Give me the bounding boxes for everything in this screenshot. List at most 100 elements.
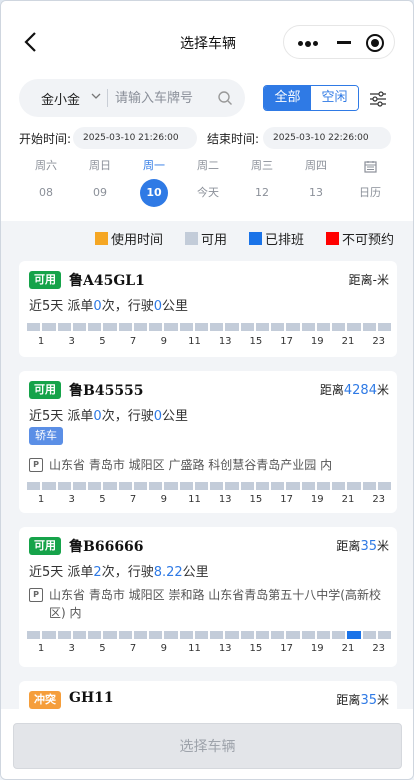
- schedule-slot: [194, 631, 208, 639]
- trip-stats: 近5天 派单0次，行驶0公里: [29, 299, 188, 314]
- day-weekday: 周六: [35, 159, 57, 172]
- day-date: 10: [140, 179, 168, 207]
- day-item[interactable]: 周日 09: [73, 157, 127, 207]
- status-badge: 可用: [29, 381, 61, 399]
- day-date: 13: [309, 186, 323, 199]
- start-time-field[interactable]: 2025-03-10 21:26:00: [73, 127, 197, 149]
- schedule-slot: [362, 631, 376, 639]
- parking-icon: P: [29, 458, 43, 472]
- segment-idle[interactable]: 空闲: [311, 86, 358, 110]
- hour-tick-label: 1: [37, 336, 45, 347]
- filter-icon[interactable]: [369, 91, 387, 107]
- schedule-slot: [210, 482, 224, 490]
- schedule-slot: [286, 482, 300, 490]
- hour-tick-label: 21: [341, 494, 355, 505]
- day-item[interactable]: 周四 13: [289, 157, 343, 207]
- end-time-field[interactable]: 2025-03-10 22:26:00: [263, 127, 391, 149]
- hour-tick-label: 9: [160, 643, 167, 654]
- close-capsule-icon[interactable]: [366, 34, 384, 52]
- schedule-bar: [27, 482, 391, 490]
- schedule-slot: [57, 323, 71, 331]
- hour-tick-label: 19: [310, 336, 324, 347]
- schedule-slot: [88, 323, 102, 331]
- hour-tick-label: 5: [99, 494, 106, 505]
- schedule-slot: [149, 482, 163, 490]
- status-badge: 可用: [29, 537, 61, 555]
- schedule-slot: [347, 631, 361, 639]
- schedule-slot: [271, 631, 285, 639]
- schedule-slot: [255, 482, 269, 490]
- trip-stats: 近5天 派单0次，行驶0公里: [29, 409, 188, 424]
- schedule-slot: [362, 323, 376, 331]
- day-weekday: 周四: [305, 159, 327, 172]
- schedule-slot: [72, 631, 86, 639]
- schedule-slot: [316, 323, 330, 331]
- schedule-slot: [103, 631, 117, 639]
- hour-tick-label: 23: [372, 336, 386, 347]
- distance: 距离-米: [348, 273, 389, 287]
- distance: 距离4284米: [319, 383, 389, 398]
- day-item[interactable]: 周二 今天: [181, 157, 235, 207]
- week-selector: 周六 08 周日 09 周一 10 周二 今天 周三 12 周四 13 日历: [1, 157, 413, 209]
- schedule-slot: [164, 323, 178, 331]
- schedule-slot: [42, 323, 56, 331]
- day-item[interactable]: 周三 12: [235, 157, 289, 207]
- plate-search-input[interactable]: [115, 87, 215, 109]
- status-segment: 全部 空闲: [263, 85, 359, 111]
- hour-tick-label: 1: [37, 643, 45, 654]
- schedule-slot: [301, 631, 315, 639]
- legend: 使用时间 可用 已排班 不可预约: [1, 227, 413, 248]
- schedule-slot: [286, 631, 300, 639]
- schedule-slot: [210, 631, 224, 639]
- chevron-down-icon[interactable]: [91, 91, 101, 101]
- day-date: 09: [93, 186, 107, 199]
- schedule-slot: [194, 482, 208, 490]
- day-date: 今天: [197, 186, 219, 199]
- segment-all[interactable]: 全部: [264, 86, 311, 110]
- plate-number: 鲁A45GL1: [69, 273, 145, 289]
- hour-tick-label: 7: [129, 336, 137, 347]
- schedule-slot: [133, 631, 147, 639]
- company-selector[interactable]: 金小金: [41, 89, 80, 108]
- schedule-slot: [225, 482, 239, 490]
- vehicle-card[interactable]: 可用 鲁A45GL1 距离-米 近5天 派单0次，行驶0公里 1 3 5 7 9 11 13…: [19, 261, 397, 357]
- hour-tick-label: 19: [310, 643, 324, 654]
- mini-program-capsule: [283, 25, 395, 59]
- minimize-icon[interactable]: [337, 41, 351, 44]
- select-vehicle-button[interactable]: 选择车辆: [13, 723, 402, 769]
- schedule-slot: [27, 631, 41, 639]
- schedule-slot: [347, 323, 361, 331]
- calendar-button[interactable]: 日历: [343, 157, 397, 207]
- hour-tick-label: 13: [218, 336, 232, 347]
- app-frame: 选择车辆 金小金 请输入车牌号 全部 空闲 开始时间: 2025-03-10 2…: [0, 0, 414, 780]
- hour-tick-label: 19: [310, 494, 324, 505]
- legend-item: 可用: [185, 229, 227, 248]
- schedule-slot: [103, 323, 117, 331]
- distance: 距离35米: [336, 539, 389, 554]
- day-weekday: 周二: [197, 159, 219, 172]
- more-icon[interactable]: [298, 40, 318, 47]
- schedule-slot: [225, 631, 239, 639]
- day-weekday: 周一: [143, 159, 165, 172]
- schedule-slot: [42, 631, 56, 639]
- schedule-slot: [72, 323, 86, 331]
- schedule-slot: [27, 323, 41, 331]
- vehicle-card[interactable]: 可用 鲁B45555 距离4284米 近5天 派单0次，行驶0公里 轿车 P 山东…: [19, 371, 397, 513]
- schedule-slot: [149, 323, 163, 331]
- distance: 距离35米: [336, 693, 389, 708]
- vehicle-card[interactable]: 可用 鲁B66666 距离35米 近5天 派单2次，行驶8.22公里 P 山东省 …: [19, 527, 397, 667]
- hour-tick-label: 17: [280, 643, 293, 654]
- day-item[interactable]: 周六 08: [19, 157, 73, 207]
- schedule-slot: [240, 323, 254, 331]
- hour-tick-label: 11: [188, 336, 201, 347]
- schedule-slot: [286, 323, 300, 331]
- plate-number: 鲁B45555: [69, 383, 144, 399]
- schedule-slot: [133, 323, 147, 331]
- search-icon[interactable]: [217, 90, 233, 106]
- day-item-selected[interactable]: 周一 10: [127, 157, 181, 207]
- schedule-slot: [332, 323, 346, 331]
- divider: [107, 89, 108, 107]
- calendar-icon-wrap: [343, 157, 397, 175]
- hour-ticks: 1 3 5 7 9 11 13 15 17 19 21 23: [27, 494, 391, 508]
- day-date: 08: [39, 186, 53, 199]
